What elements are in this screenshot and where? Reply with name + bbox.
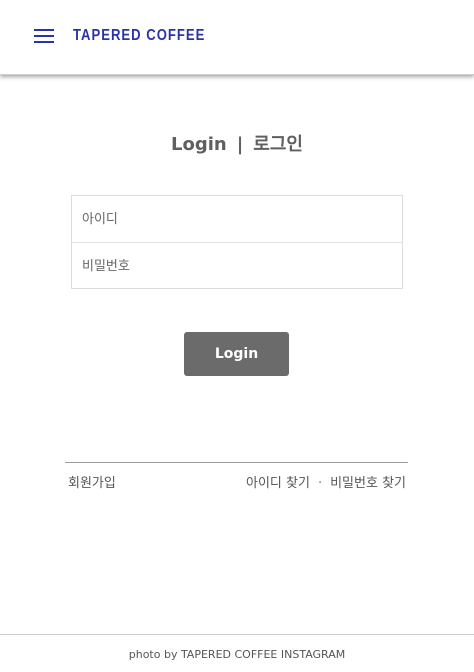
link-separator: · xyxy=(317,476,323,491)
signup-link[interactable]: 회원가입 xyxy=(68,472,116,491)
links-divider xyxy=(65,462,408,463)
menu-bar-bottom xyxy=(34,41,54,43)
login-form xyxy=(71,195,403,289)
menu-bar-middle xyxy=(34,35,54,37)
login-title: Login | 로그인 xyxy=(0,130,474,156)
footer-divider xyxy=(0,634,474,635)
find-links: 아이디 찾기 · 비밀번호 찾기 xyxy=(246,472,406,491)
login-title-separator: | xyxy=(236,134,244,155)
login-button[interactable]: Login xyxy=(184,332,289,376)
find-password-link[interactable]: 비밀번호 찾기 xyxy=(330,476,406,491)
account-links: 회원가입 아이디 찾기 · 비밀번호 찾기 xyxy=(68,472,406,491)
id-input[interactable] xyxy=(72,196,402,242)
top-header: TAPERED COFFEE xyxy=(0,0,474,75)
footer-credit: photo by TAPERED COFFEE INSTAGRAM xyxy=(128,648,346,661)
menu-bar-top xyxy=(34,29,54,31)
find-id-link[interactable]: 아이디 찾기 xyxy=(246,476,310,491)
login-title-en: Login xyxy=(171,134,227,155)
login-title-ko: 로그인 xyxy=(253,134,303,155)
password-input[interactable] xyxy=(72,243,402,289)
hamburger-menu-icon[interactable] xyxy=(34,29,54,44)
brand-logo-text[interactable]: TAPERED COFFEE xyxy=(73,27,205,45)
